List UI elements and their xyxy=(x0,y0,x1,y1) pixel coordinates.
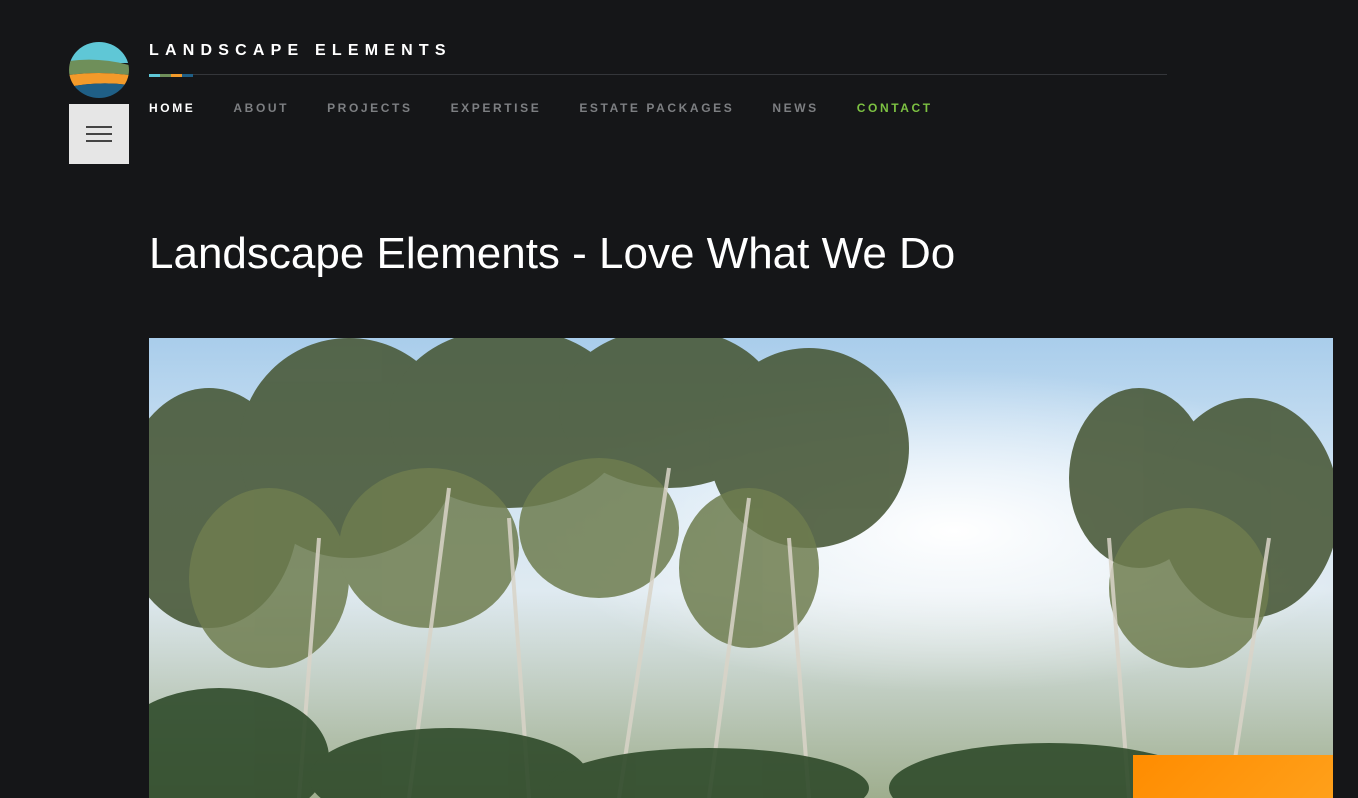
landscape-stone-logo-icon xyxy=(69,42,129,98)
nav-estate-packages[interactable]: ESTATE PACKAGES xyxy=(579,101,734,115)
stripe xyxy=(149,74,160,77)
nav-contact[interactable]: CONTACT xyxy=(857,101,933,115)
brand-color-stripes xyxy=(149,74,193,77)
stripe xyxy=(182,74,193,77)
brand-name[interactable]: LANDSCAPE ELEMENTS xyxy=(149,42,452,60)
hero-orange-badge xyxy=(1133,755,1333,798)
nav-expertise[interactable]: EXPERTISE xyxy=(451,101,542,115)
nav-about[interactable]: ABOUT xyxy=(233,101,289,115)
brand-divider xyxy=(149,74,1167,75)
hero-image xyxy=(149,338,1333,798)
stripe xyxy=(160,74,171,77)
eucalyptus-trees-illustration xyxy=(149,338,1333,798)
nav-projects[interactable]: PROJECTS xyxy=(327,101,412,115)
brand-logo[interactable] xyxy=(69,41,129,99)
hamburger-icon xyxy=(86,121,112,147)
main-nav: HOME ABOUT PROJECTS EXPERTISE ESTATE PAC… xyxy=(149,101,971,115)
stripe xyxy=(171,74,182,77)
nav-home[interactable]: HOME xyxy=(149,101,195,115)
menu-button[interactable] xyxy=(69,104,129,164)
page-title: Landscape Elements - Love What We Do xyxy=(149,229,956,278)
nav-news[interactable]: NEWS xyxy=(772,101,818,115)
